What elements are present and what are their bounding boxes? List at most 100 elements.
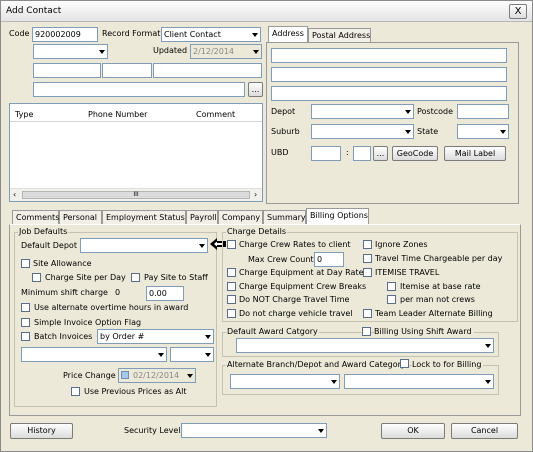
max-crew-count-input[interactable]: 0 <box>314 252 344 267</box>
price-change-date-value: 02/12/2014 <box>133 371 180 380</box>
itemise-travel-checkbox[interactable] <box>363 268 372 277</box>
column-phone-number[interactable]: Phone Number <box>88 110 147 119</box>
chevron-down-icon <box>205 353 211 357</box>
chevron-down-icon <box>187 374 193 378</box>
pay-site-to-staff-checkbox[interactable] <box>131 273 140 282</box>
tab-personal[interactable]: Personal <box>59 210 102 225</box>
address-line-2[interactable] <box>271 67 507 82</box>
depot-select[interactable] <box>311 104 414 119</box>
charge-equipment-day-rate-label: Charge Equipment at Day Rate <box>239 268 364 277</box>
contact-name-input[interactable] <box>33 82 245 97</box>
batch-option-select[interactable] <box>21 347 167 362</box>
use-previous-checkbox[interactable] <box>71 387 80 396</box>
code-label: Code <box>9 29 30 38</box>
price-change-label: Price Change <box>63 371 116 380</box>
tab-address[interactable]: Address <box>268 26 308 43</box>
alt-overtime-label: Use alternate overtime hours in award <box>34 303 189 312</box>
close-button[interactable]: X <box>509 4 527 19</box>
simple-invoice-checkbox[interactable] <box>21 318 30 327</box>
charge-equipment-day-rate-checkbox[interactable] <box>227 268 236 277</box>
column-type[interactable]: Type <box>15 110 33 119</box>
lock-billing-label: Lock to for Billing <box>412 360 484 369</box>
simple-invoice-label: Simple Invoice Option Flag <box>34 318 142 327</box>
header-divider <box>10 121 262 122</box>
column-comment[interactable]: Comment <box>196 110 235 119</box>
record-format-select[interactable]: Client Contact <box>161 27 261 42</box>
mail-label-button[interactable]: Mail Label <box>444 146 506 161</box>
charge-site-per-day-label: Charge Site per Day <box>45 273 126 282</box>
cancel-button[interactable]: Cancel <box>451 423 518 439</box>
charge-equipment-crew-breaks-checkbox[interactable] <box>227 282 236 291</box>
min-shift-amount-input[interactable]: 0.00 <box>146 286 184 301</box>
chevron-down-icon <box>485 344 491 348</box>
calendar-checkbox-icon[interactable] <box>121 371 129 379</box>
browse-button[interactable]: ... <box>248 82 263 97</box>
code-input[interactable]: 920002009 <box>32 27 98 42</box>
security-level-select[interactable] <box>181 423 327 438</box>
name-field-2[interactable] <box>102 63 152 78</box>
scroll-thumb[interactable]: III <box>22 191 250 199</box>
ubd-separator: : <box>346 148 349 157</box>
alternate-branch-select[interactable] <box>230 374 340 389</box>
tab-comments[interactable]: Comments <box>12 210 59 225</box>
ubd-label: UBD <box>271 148 289 157</box>
history-button[interactable]: History <box>10 423 73 439</box>
chevron-down-icon <box>253 50 259 54</box>
default-award-select[interactable] <box>236 338 494 353</box>
no-travel-time-label: Do NOT Charge Travel Time <box>239 295 350 304</box>
tab-postal-address[interactable]: Postal Address <box>308 28 371 43</box>
team-leader-billing-checkbox[interactable] <box>363 309 372 318</box>
chevron-down-icon <box>99 50 105 54</box>
address-line-3[interactable] <box>271 86 507 101</box>
itemise-travel-label: ITEMISE TRAVEL <box>375 268 440 277</box>
tab-billing-options[interactable]: Billing Options <box>306 208 369 225</box>
name-field-3[interactable] <box>153 63 262 78</box>
per-man-checkbox[interactable] <box>387 295 396 304</box>
alternate-award-select[interactable] <box>344 374 494 389</box>
ubd-browse-button[interactable]: ... <box>373 146 388 161</box>
chevron-down-icon <box>500 130 506 134</box>
price-change-date[interactable]: 02/12/2014 <box>118 368 196 383</box>
address-line-1[interactable] <box>271 48 507 63</box>
lock-billing-checkbox[interactable] <box>400 359 409 368</box>
ok-button[interactable]: OK <box>381 423 445 439</box>
horizontal-scrollbar[interactable]: ‹ III › <box>10 188 262 201</box>
phone-list[interactable]: Type Phone Number Comment ‹ III › <box>9 103 263 202</box>
tab-employment-status[interactable]: Employment Status <box>102 210 186 225</box>
chevron-down-icon <box>331 380 337 384</box>
min-shift-hours[interactable]: 0 <box>115 288 120 297</box>
name-field-1[interactable] <box>33 63 101 78</box>
scroll-left-icon[interactable]: ‹ <box>13 190 16 199</box>
contact-type-select[interactable] <box>33 44 108 59</box>
no-travel-time-checkbox[interactable] <box>227 295 236 304</box>
batch-by-select[interactable]: by Order # <box>97 329 214 344</box>
ignore-zones-checkbox[interactable] <box>363 240 372 249</box>
tab-summary[interactable]: Summary <box>263 210 306 225</box>
postcode-input[interactable] <box>457 104 509 119</box>
travel-time-per-day-checkbox[interactable] <box>363 254 372 263</box>
suburb-select[interactable] <box>311 124 414 139</box>
tab-payroll[interactable]: Payroll <box>186 210 218 225</box>
window-title: Add Contact <box>6 6 62 16</box>
alternate-branch-legend: Alternate Branch/Depot and Award Categor… <box>226 360 407 369</box>
tab-company[interactable]: Company <box>218 210 263 225</box>
chevron-down-icon <box>205 335 211 339</box>
record-format-value: Client Contact <box>164 30 221 39</box>
state-select[interactable] <box>457 124 509 139</box>
charge-site-per-day-checkbox[interactable] <box>32 273 41 282</box>
no-vehicle-travel-checkbox[interactable] <box>227 309 236 318</box>
site-allowance-checkbox[interactable] <box>21 259 30 268</box>
charge-crew-rates-checkbox[interactable] <box>227 240 236 249</box>
batch-suboption-select[interactable] <box>170 347 214 362</box>
itemise-base-rate-checkbox[interactable] <box>387 282 396 291</box>
batch-invoices-checkbox[interactable] <box>21 332 30 341</box>
default-depot-select[interactable] <box>80 238 208 253</box>
ubd-ref-input[interactable] <box>353 146 371 161</box>
ubd-map-input[interactable] <box>311 146 341 161</box>
alt-overtime-checkbox[interactable] <box>21 303 30 312</box>
scroll-right-icon[interactable]: › <box>254 190 257 199</box>
geocode-button[interactable]: GeoCode <box>392 146 438 161</box>
billing-shift-award-checkbox[interactable] <box>362 327 371 336</box>
updated-date: 2/12/2014 <box>190 44 262 59</box>
team-leader-billing-label: Team Leader Alternate Billing <box>375 309 493 318</box>
